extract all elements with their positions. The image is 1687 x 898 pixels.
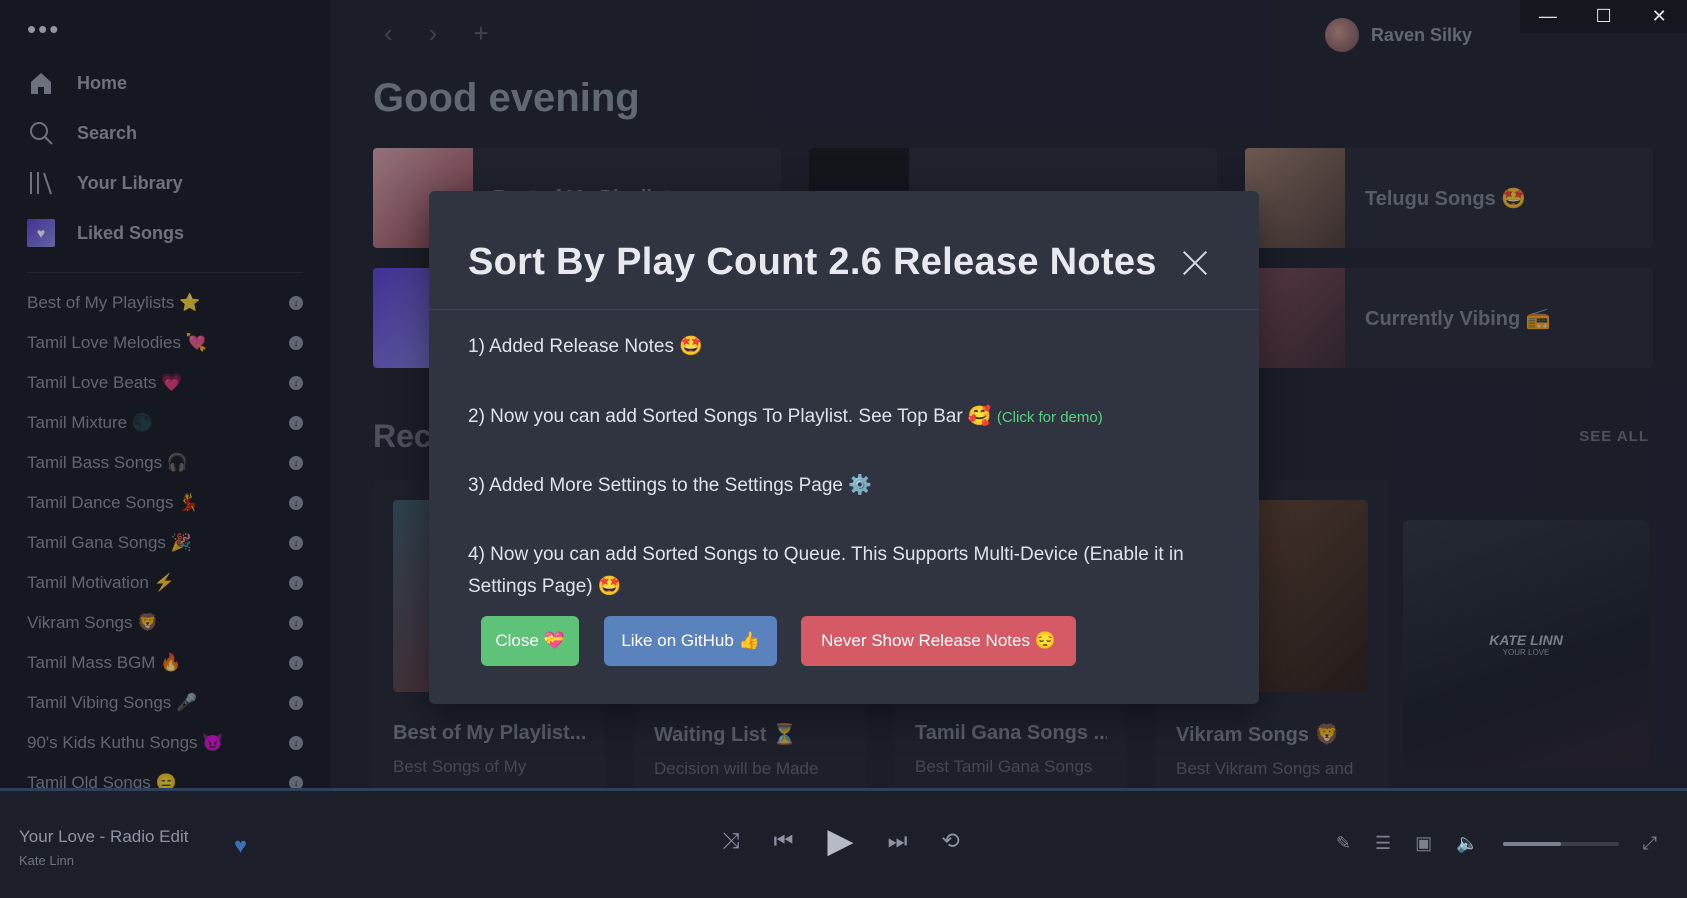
close-button[interactable]: Close 💝 <box>481 616 579 666</box>
player-bar: Your Love - Radio Edit Kate Linn ♥ ⤨ ⏮ ▶… <box>0 788 1687 898</box>
repeat-icon[interactable]: ⟲ <box>941 828 959 854</box>
modal-title: Sort By Play Count 2.6 Release Notes <box>468 241 1157 283</box>
fullscreen-icon[interactable]: ⤢ <box>1643 833 1657 854</box>
minimize-button[interactable]: — <box>1520 0 1576 33</box>
shuffle-icon[interactable]: ⤨ <box>722 828 740 854</box>
window-controls: — ☐ ✕ <box>1520 0 1687 33</box>
like-on-github-button[interactable]: Like on GitHub 👍 <box>604 616 777 666</box>
release-note-row: 2) Now you can add Sorted Songs To Playl… <box>468 401 1208 434</box>
close-icon[interactable] <box>1182 249 1208 275</box>
play-icon[interactable]: ▶ <box>827 821 853 861</box>
next-icon[interactable]: ⏭ <box>888 828 908 854</box>
modal-header: Sort By Play Count 2.6 Release Notes <box>429 191 1259 310</box>
track-name[interactable]: Your Love - Radio Edit <box>19 827 188 847</box>
release-notes-modal: Sort By Play Count 2.6 Release Notes 1) … <box>429 191 1259 704</box>
release-note: 2) Now you can add Sorted Songs To Playl… <box>468 406 992 427</box>
release-note: 3) Added More Settings to the Settings P… <box>468 475 872 496</box>
track-info: Your Love - Radio Edit Kate Linn <box>19 827 188 868</box>
window-close-button[interactable]: ✕ <box>1631 0 1687 33</box>
player-extras: ✎ ☰ ▣ 🔈 ⤢ <box>1336 833 1657 854</box>
volume-fill <box>1502 841 1561 846</box>
previous-icon[interactable]: ⏮ <box>774 828 794 854</box>
playback-controls: ⤨ ⏮ ▶ ⏭ ⟲ <box>722 821 960 861</box>
never-show-button[interactable]: Never Show Release Notes 😔 <box>801 616 1076 666</box>
volume-icon[interactable]: 🔈 <box>1456 833 1478 854</box>
devices-icon[interactable]: ▣ <box>1415 833 1432 854</box>
maximize-button[interactable]: ☐ <box>1576 0 1632 33</box>
queue-icon[interactable]: ☰ <box>1375 833 1391 854</box>
release-note: 4) Now you can add Sorted Songs to Queue… <box>468 544 1184 597</box>
demo-link[interactable]: (Click for demo) <box>997 409 1103 426</box>
track-artist[interactable]: Kate Linn <box>19 853 188 868</box>
heart-icon[interactable]: ♥ <box>234 833 247 859</box>
release-note: 1) Added Release Notes 🤩 <box>468 336 703 357</box>
lyrics-icon[interactable]: ✎ <box>1336 833 1351 854</box>
volume-slider[interactable] <box>1502 841 1619 846</box>
